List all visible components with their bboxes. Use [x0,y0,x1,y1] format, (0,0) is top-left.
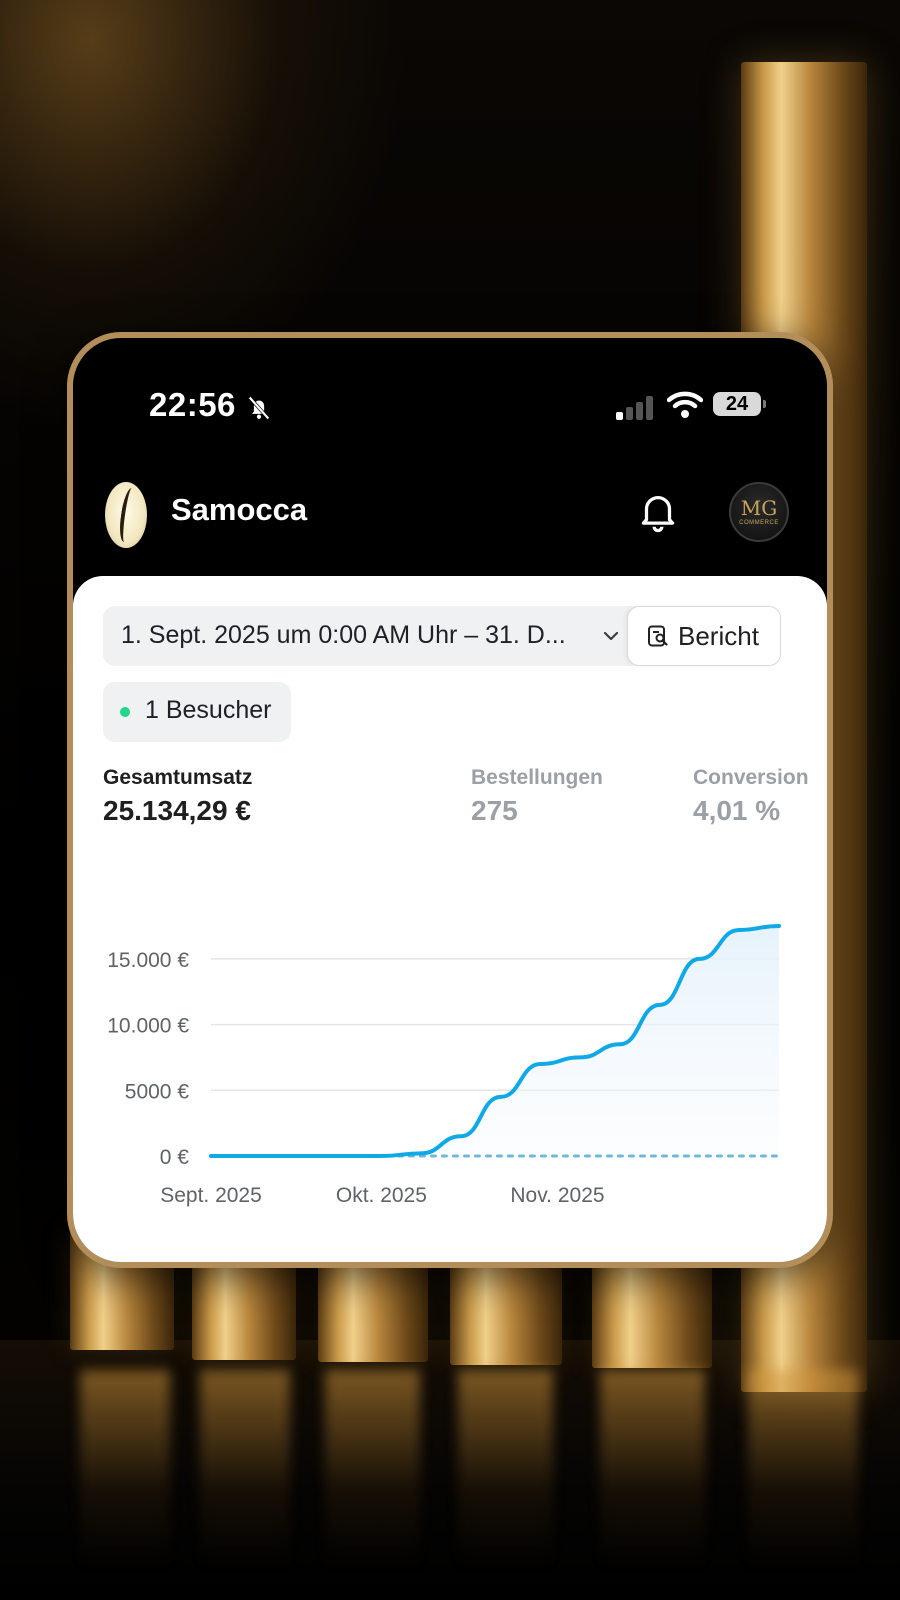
floor-reflection [325,1370,420,1570]
metric-conversion[interactable]: Conversion 4,01 % [693,766,809,827]
analytics-panel: 1. Sept. 2025 um 0:00 AM Uhr – 31. D... … [73,576,827,1262]
bell-muted-icon [248,396,270,420]
status-time: 22:56 [149,386,236,423]
live-visitors-badge[interactable]: 1 Besucher [103,682,291,742]
status-bar: 22:56 24 [73,386,827,426]
store-name: Samocca [171,492,308,527]
x-tick-label: Okt. 2025 [336,1184,427,1207]
metric-label: Conversion [693,766,809,789]
x-tick-label: Nov. 2025 [510,1184,604,1207]
floor-reflection [200,1370,290,1570]
x-tick-label: Sept. 2025 [160,1184,262,1207]
date-range-selector[interactable]: 1. Sept. 2025 um 0:00 AM Uhr – 31. D... [103,606,643,666]
bell-icon[interactable] [635,488,681,534]
metric-orders[interactable]: Bestellungen 275 [471,766,603,827]
live-dot [120,707,130,717]
chevron-down-icon [603,631,619,641]
metric-value: 25.134,29 € [103,795,251,826]
floor-reflection [458,1370,553,1570]
avatar[interactable]: MG COMMERCE [729,482,789,542]
sales-chart[interactable]: 0 € 5000 € 10.000 € 15.000 € Sept. 2025 Okt. … [73,916,827,1236]
report-button[interactable]: Bericht [627,606,781,666]
metric-label: Bestellungen [471,766,603,789]
phone-screen: 22:56 24 Samocca MG COMMERCE 1. Sept. 20… [73,338,827,1262]
visitors-label: 1 Besucher [145,696,272,724]
cellular-signal-icon [616,396,656,420]
floor-reflection [748,1370,858,1570]
y-tick-label: 15.000 € [107,949,189,972]
wifi-icon [667,391,703,418]
y-tick-label: 10.000 € [107,1015,189,1038]
avatar-initials: MG [740,496,778,520]
y-tick-label: 5000 € [125,1080,190,1103]
metric-total-sales[interactable]: Gesamtumsatz 25.134,29 € [103,766,252,827]
metric-label: Gesamtumsatz [103,766,253,789]
phone-frame: 22:56 24 Samocca MG COMMERCE 1. Sept. 20… [67,332,833,1268]
floor-reflection [600,1370,705,1570]
y-tick-label: 0 € [160,1146,190,1169]
app-header: Samocca MG COMMERCE [73,478,827,558]
battery-indicator: 24 [713,392,766,416]
report-label: Bericht [678,621,759,651]
store-logo[interactable] [105,482,147,548]
avatar-subtitle: COMMERCE [739,520,779,526]
date-range-label: 1. Sept. 2025 um 0:00 AM Uhr – 31. D... [121,621,566,649]
report-search-icon [648,625,668,647]
metric-value: 275 [471,795,518,826]
metric-value: 4,01 % [693,795,781,826]
floor-reflection [80,1370,170,1570]
